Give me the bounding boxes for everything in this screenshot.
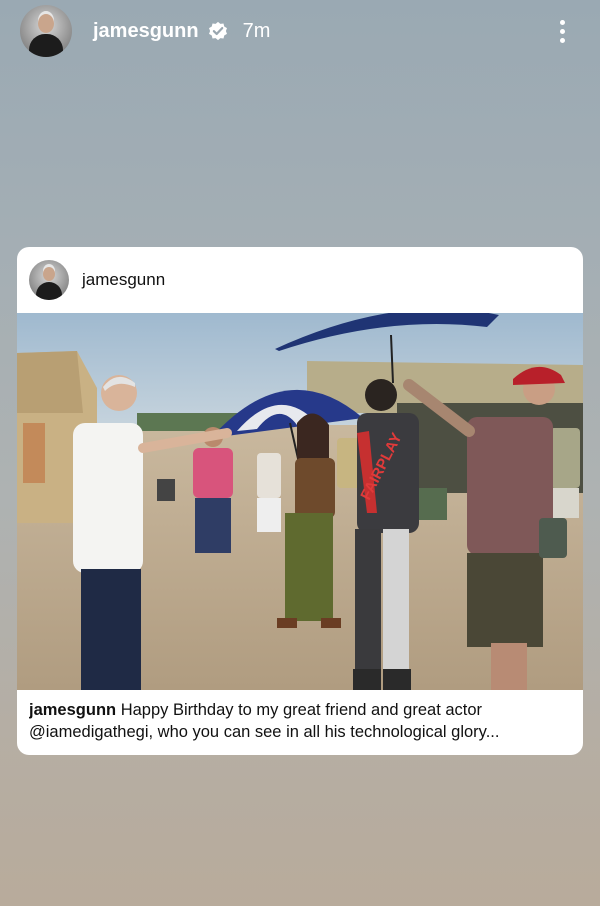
story-timestamp: 7m <box>242 19 271 42</box>
avatar-head <box>43 267 55 281</box>
more-vertical-icon-dot <box>559 37 565 43</box>
post-username[interactable]: jamesgunn <box>82 270 165 290</box>
caption-line-1: jamesgunn Happy Birthday to my great fri… <box>29 699 574 721</box>
avatar-head <box>38 14 54 33</box>
avatar-body <box>36 282 62 300</box>
more-vertical-icon-dot <box>559 28 565 34</box>
story-username[interactable]: jamesgunn <box>93 20 199 43</box>
shared-post-card[interactable]: jamesgunn FAIRPLAY jamesgunn Happy Birth… <box>17 247 583 755</box>
caption-text: Happy Birthday to my great friend and gr… <box>116 701 483 719</box>
story-header: jamesgunn 7m <box>20 4 580 58</box>
caption-line-2: @iamedigathegi, who you can see in all h… <box>29 723 500 741</box>
more-options-button[interactable] <box>550 16 574 46</box>
caption-username[interactable]: jamesgunn <box>29 701 116 719</box>
story-avatar[interactable] <box>20 5 72 57</box>
more-vertical-icon <box>559 19 565 25</box>
post-photo[interactable]: FAIRPLAY <box>17 313 583 690</box>
verified-badge-icon <box>208 21 227 41</box>
post-header: jamesgunn <box>17 247 583 313</box>
avatar-body <box>29 34 63 57</box>
post-caption: jamesgunn Happy Birthday to my great fri… <box>29 699 574 743</box>
post-avatar[interactable] <box>29 260 69 300</box>
